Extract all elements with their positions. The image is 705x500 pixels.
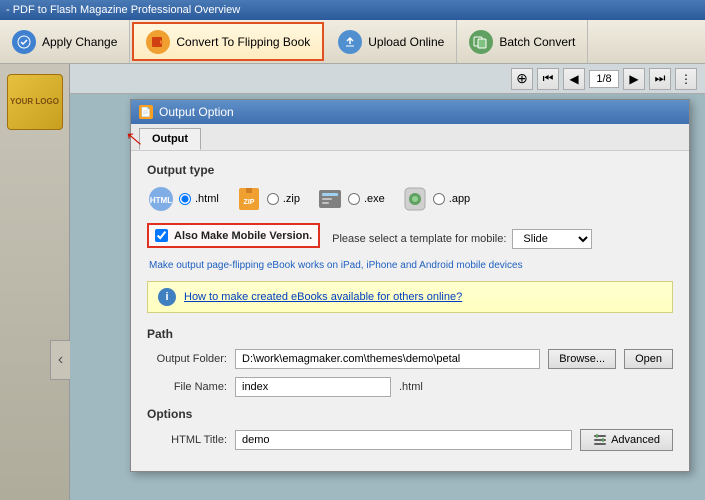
browse-button[interactable]: Browse...	[548, 349, 616, 369]
convert-to-flipping-book-button[interactable]: Convert To Flipping Book	[132, 22, 324, 61]
zoom-in-button[interactable]: ⊕	[511, 68, 533, 90]
upload-online-label: Upload Online	[368, 35, 444, 49]
output-type-row: HTML .html ZIP .zip	[147, 185, 673, 213]
main-area: YOUR LOGO ‹ ⊕ ⏮ ◀ 1/8 ▶ ⏭ ⋮ ↗ 📄 Output O…	[0, 64, 705, 500]
options-section: Options HTML Title: Advanced	[147, 407, 673, 451]
options-section-label: Options	[147, 407, 673, 421]
radio-exe[interactable]	[348, 193, 360, 205]
apply-change-icon	[12, 30, 36, 54]
html-title-input[interactable]	[235, 430, 572, 450]
exe-label: .exe	[364, 193, 385, 205]
first-page-button[interactable]: ⏮	[537, 68, 559, 90]
svg-text:HTML: HTML	[150, 196, 172, 205]
title-bar: - PDF to Flash Magazine Professional Ove…	[0, 0, 705, 20]
output-folder-label: Output Folder:	[147, 353, 227, 365]
path-section-label: Path	[147, 327, 673, 341]
html-title-row: HTML Title: Advanced	[147, 429, 673, 451]
toolbar: Apply Change Convert To Flipping Book Up…	[0, 20, 705, 64]
next-page-button[interactable]: ▶	[623, 68, 645, 90]
info-link[interactable]: How to make created eBooks available for…	[184, 291, 462, 303]
left-sidebar: YOUR LOGO ‹	[0, 64, 70, 500]
apply-change-label: Apply Change	[42, 35, 117, 49]
dialog-body: Output type HTML .html ZIP	[131, 151, 689, 471]
output-folder-input[interactable]	[235, 349, 540, 369]
nav-arrow[interactable]: ‹	[50, 340, 70, 380]
app-label: .app	[449, 193, 470, 205]
mobile-version-label: Also Make Mobile Version.	[174, 230, 312, 242]
file-name-row: File Name: .html	[147, 377, 673, 397]
output-type-app: .app	[401, 185, 470, 213]
logo-text: YOUR LOGO	[10, 97, 59, 107]
mobile-version-row: Also Make Mobile Version.	[147, 223, 320, 248]
output-type-html: HTML .html	[147, 185, 219, 213]
exe-icon	[316, 185, 344, 213]
output-type-exe: .exe	[316, 185, 385, 213]
page-display: 1/8	[589, 70, 619, 88]
radio-zip[interactable]	[267, 193, 279, 205]
prev-page-button[interactable]: ◀	[563, 68, 585, 90]
settings-button[interactable]: ⋮	[675, 68, 697, 90]
radio-app[interactable]	[433, 193, 445, 205]
dialog-title: Output Option	[159, 105, 234, 119]
info-icon: i	[158, 288, 176, 306]
file-suffix: .html	[399, 381, 423, 393]
path-section: Path Output Folder: Browse... Open File …	[147, 327, 673, 397]
advanced-button[interactable]: Advanced	[580, 429, 673, 451]
tab-output-label: Output	[152, 133, 188, 145]
zip-icon: ZIP	[235, 185, 263, 213]
output-option-dialog: 📄 Output Option Output Output type HTML	[130, 99, 690, 472]
tab-output[interactable]: Output	[139, 128, 201, 150]
open-button[interactable]: Open	[624, 349, 673, 369]
output-folder-row: Output Folder: Browse... Open	[147, 349, 673, 369]
radio-html[interactable]	[179, 193, 191, 205]
mobile-template-select[interactable]: Slide Basic	[512, 229, 592, 249]
mobile-template-section: Please select a template for mobile: Sli…	[328, 229, 592, 249]
output-type-zip: ZIP .zip	[235, 185, 300, 213]
view-controls: ⊕ ⏮ ◀ 1/8 ▶ ⏭ ⋮	[70, 64, 705, 94]
mobile-note: Make output page-flipping eBook works on…	[149, 260, 673, 271]
advanced-label: Advanced	[611, 434, 660, 446]
batch-convert-label: Batch Convert	[499, 35, 575, 49]
title-text: - PDF to Flash Magazine Professional Ove…	[6, 4, 240, 16]
mobile-template-label: Please select a template for mobile:	[332, 233, 506, 245]
dialog-tabs: Output	[131, 124, 689, 151]
logo-area: YOUR LOGO	[7, 74, 63, 130]
batch-convert-icon	[469, 30, 493, 54]
html-label: .html	[195, 193, 219, 205]
zip-label: .zip	[283, 193, 300, 205]
svg-text:ZIP: ZIP	[243, 199, 254, 206]
upload-icon	[338, 30, 362, 54]
app-icon	[401, 185, 429, 213]
advanced-icon	[593, 433, 607, 447]
info-box: i How to make created eBooks available f…	[147, 281, 673, 313]
upload-online-button[interactable]: Upload Online	[326, 20, 457, 63]
dialog-title-bar: 📄 Output Option	[131, 100, 689, 124]
convert-icon	[146, 30, 170, 54]
content-area: ⊕ ⏮ ◀ 1/8 ▶ ⏭ ⋮ ↗ 📄 Output Option Output	[70, 64, 705, 500]
file-name-label: File Name:	[147, 381, 227, 393]
convert-to-flipping-book-label: Convert To Flipping Book	[176, 35, 310, 49]
html-title-label: HTML Title:	[147, 434, 227, 446]
output-type-label: Output type	[147, 163, 673, 177]
apply-change-button[interactable]: Apply Change	[0, 20, 130, 63]
batch-convert-button[interactable]: Batch Convert	[457, 20, 588, 63]
mobile-version-checkbox[interactable]	[155, 229, 168, 242]
file-name-input[interactable]	[235, 377, 391, 397]
last-page-button[interactable]: ⏭	[649, 68, 671, 90]
html-icon: HTML	[147, 185, 175, 213]
dialog-title-icon: 📄	[139, 105, 153, 119]
